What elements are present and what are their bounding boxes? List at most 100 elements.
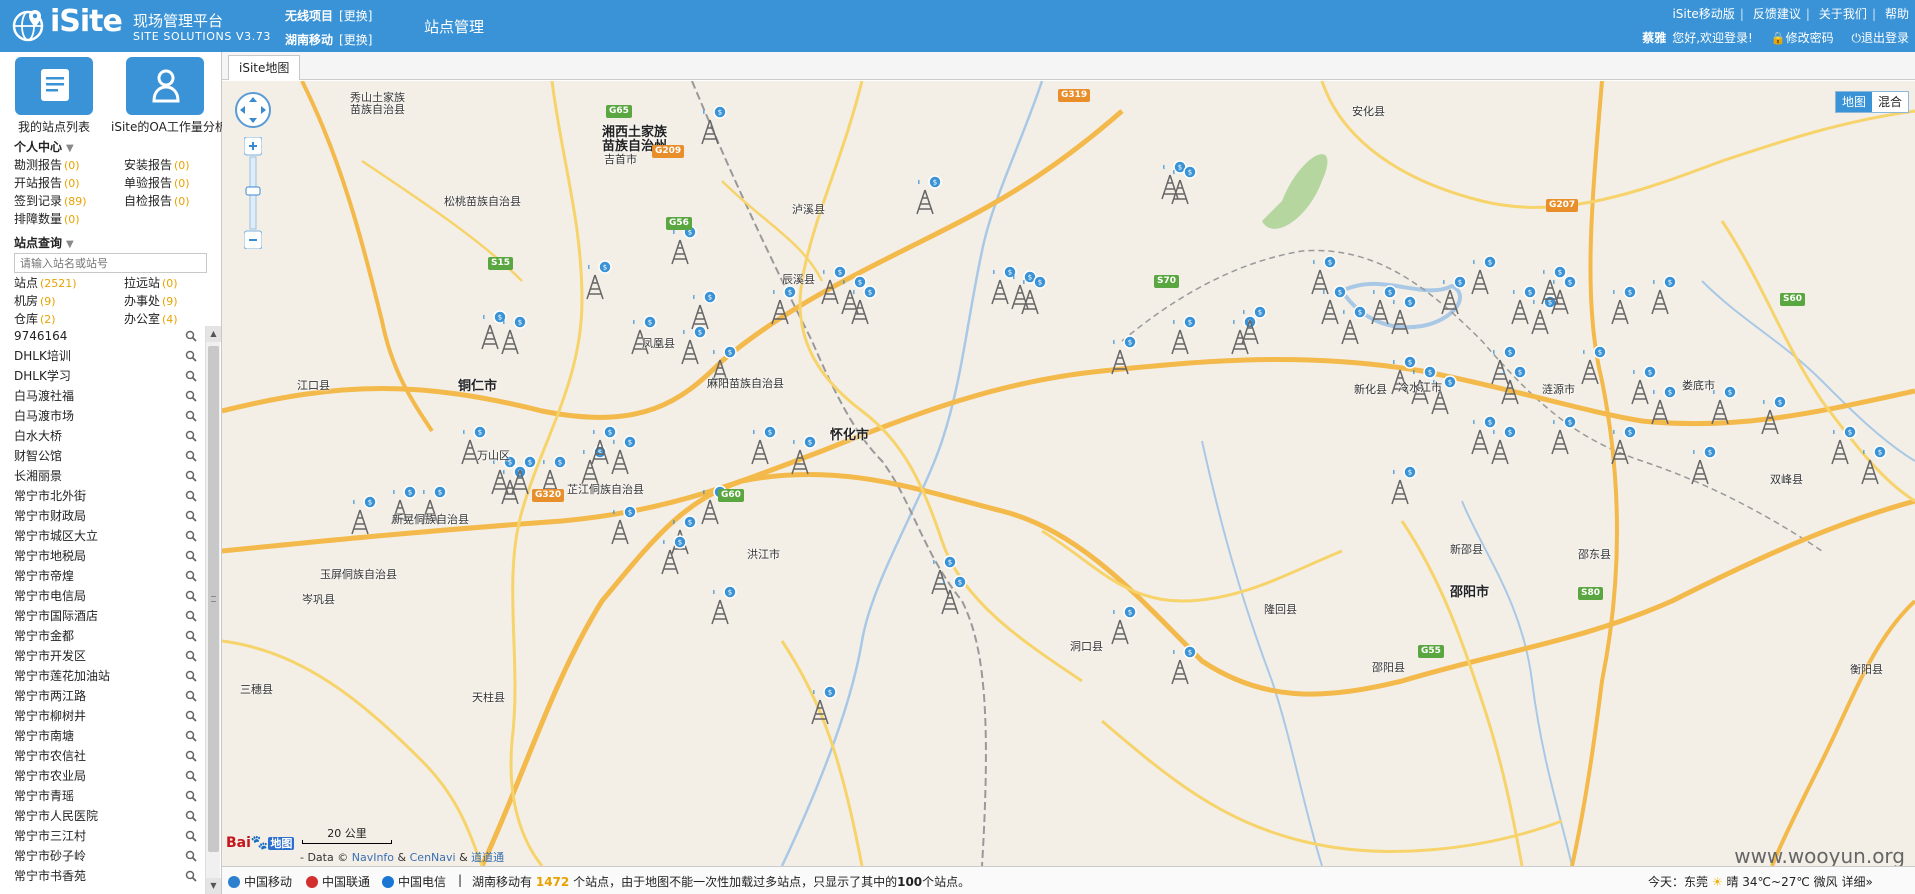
site-type-item[interactable]: 拉远站 (0) — [124, 274, 178, 291]
town-label[interactable]: 吉首市 — [604, 151, 637, 167]
search-icon[interactable] — [185, 570, 197, 582]
site-list-item[interactable]: 常宁市城区大立 — [0, 526, 205, 546]
search-icon[interactable] — [185, 870, 197, 882]
cell-tower-marker[interactable]: $ — [1471, 255, 1497, 295]
scroll-down-arrow[interactable]: ▼ — [206, 878, 221, 894]
cell-tower-marker[interactable]: $ — [1631, 365, 1657, 405]
site-type-item[interactable]: 站点 (2521) — [14, 274, 77, 291]
search-icon[interactable] — [185, 490, 197, 502]
town-label[interactable]: 隆回县 — [1264, 601, 1297, 617]
cell-tower-marker[interactable]: $ — [1651, 385, 1677, 425]
search-icon[interactable] — [185, 670, 197, 682]
city-label[interactable]: 铜仁市 — [458, 375, 497, 394]
cell-tower-marker[interactable]: $ — [691, 290, 717, 330]
search-icon[interactable] — [185, 590, 197, 602]
cell-tower-marker[interactable]: $ — [1441, 275, 1467, 315]
town-label[interactable]: 凤凰县 — [642, 335, 675, 351]
site-list-item[interactable]: 常宁市农信社 — [0, 746, 205, 766]
search-icon[interactable] — [185, 350, 197, 362]
report-item[interactable]: 开站报告 (0) — [14, 174, 80, 191]
site-list-item[interactable]: 常宁市国际酒店 — [0, 606, 205, 626]
site-list-item[interactable]: 常宁市莲花加油站 — [0, 666, 205, 686]
town-label[interactable]: 邵阳县 — [1372, 659, 1405, 675]
scroll-thumb[interactable] — [208, 346, 219, 852]
site-list-item[interactable]: 常宁市北外街 — [0, 486, 205, 506]
my-sites-button[interactable] — [15, 57, 93, 115]
personal-center-title[interactable]: 个人中心 ▼ — [14, 138, 74, 155]
scroll-up-arrow[interactable]: ▲ — [206, 326, 221, 342]
cell-tower-marker[interactable]: $ — [1831, 425, 1857, 465]
cell-tower-marker[interactable]: $ — [916, 175, 942, 215]
cell-tower-marker[interactable]: $ — [1321, 285, 1347, 325]
cell-tower-marker[interactable]: $ — [671, 225, 697, 265]
search-icon[interactable] — [185, 370, 197, 382]
site-list-item[interactable]: 白马渡市场 — [0, 406, 205, 426]
cell-tower-marker[interactable]: $ — [1171, 645, 1197, 685]
cell-tower-marker[interactable]: $ — [591, 425, 617, 465]
weather-widget[interactable]: 今天：东莞 ☀ 晴 34℃~27℃ 微风 详细» — [1648, 873, 1873, 890]
town-label[interactable]: 涟源市 — [1542, 381, 1575, 397]
site-list-item[interactable]: 常宁市财政局 — [0, 506, 205, 526]
town-label[interactable]: 衡阳县 — [1850, 661, 1883, 677]
search-icon[interactable] — [185, 790, 197, 802]
zoom-control[interactable] — [244, 137, 262, 249]
search-icon[interactable] — [185, 530, 197, 542]
site-list-item[interactable]: 长湘丽景 — [0, 466, 205, 486]
town-label[interactable]: 江口县 — [297, 377, 330, 393]
site-list-item[interactable]: 常宁市帝煌 — [0, 566, 205, 586]
town-label[interactable]: 新晃侗族自治县 — [392, 511, 469, 527]
town-label[interactable]: 松桃苗族自治县 — [444, 193, 521, 209]
cell-tower-marker[interactable]: $ — [1311, 255, 1337, 295]
project-change-link[interactable]: [更换] — [339, 9, 372, 23]
site-list-item[interactable]: DHLK学习 — [0, 366, 205, 386]
search-icon[interactable] — [185, 710, 197, 722]
cell-tower-marker[interactable]: $ — [1651, 275, 1677, 315]
company-change-link[interactable]: [更换] — [339, 33, 372, 47]
site-list-item[interactable]: 白马渡社福 — [0, 386, 205, 406]
site-list-item[interactable]: 常宁市砂子岭 — [0, 846, 205, 866]
site-list-item[interactable]: DHLK培训 — [0, 346, 205, 366]
oa-analysis-button[interactable] — [126, 57, 204, 115]
site-list-item[interactable]: 常宁市开发区 — [0, 646, 205, 666]
site-list-item[interactable]: 常宁市电信局 — [0, 586, 205, 606]
cell-tower-marker[interactable]: $ — [771, 285, 797, 325]
search-icon[interactable] — [185, 810, 197, 822]
search-icon[interactable] — [185, 650, 197, 662]
site-list-scrollbar[interactable]: ▲ ▼ — [205, 326, 221, 894]
town-label[interactable]: 三穗县 — [240, 681, 273, 697]
search-icon[interactable] — [185, 390, 197, 402]
town-label[interactable]: 麻阳苗族自治县 — [707, 375, 784, 391]
site-list-item[interactable]: 财智公馆 — [0, 446, 205, 466]
search-icon[interactable] — [185, 750, 197, 762]
cell-tower-marker[interactable]: $ — [1691, 445, 1717, 485]
town-label[interactable]: 娄底市 — [1682, 377, 1715, 393]
city-label[interactable]: 怀化市 — [830, 424, 869, 443]
tab-isite-map[interactable]: iSite地图 — [228, 55, 301, 80]
site-type-item[interactable]: 机房 (9) — [14, 292, 56, 309]
cell-tower-marker[interactable]: $ — [351, 495, 377, 535]
cell-tower-marker[interactable]: $ — [1611, 285, 1637, 325]
about-link[interactable]: 关于我们 — [1819, 7, 1867, 21]
site-list-item[interactable]: 常宁市柳树井 — [0, 706, 205, 726]
site-query-title[interactable]: 站点查询 ▼ — [14, 234, 74, 251]
site-type-item[interactable]: 仓库 (2) — [14, 310, 56, 327]
site-list-item[interactable]: 常宁市南塘 — [0, 726, 205, 746]
mobile-version-link[interactable]: iSite移动版 — [1672, 7, 1734, 21]
town-label[interactable]: 洪江市 — [747, 546, 780, 562]
search-icon[interactable] — [185, 330, 197, 342]
town-label[interactable]: 辰溪县 — [782, 271, 815, 287]
help-link[interactable]: 帮助 — [1885, 7, 1909, 21]
report-item[interactable]: 勘测报告 (0) — [14, 156, 80, 173]
cell-tower-marker[interactable]: $ — [1551, 415, 1577, 455]
cell-tower-marker[interactable]: $ — [711, 585, 737, 625]
town-label[interactable]: 芷江侗族自治县 — [567, 481, 644, 497]
site-list-item[interactable]: 常宁市农业局 — [0, 766, 205, 786]
cell-tower-marker[interactable]: $ — [586, 260, 612, 300]
cell-tower-marker[interactable]: $ — [581, 445, 607, 485]
town-label[interactable]: 洞口县 — [1070, 638, 1103, 654]
report-item[interactable]: 签到记录 (89) — [14, 192, 87, 209]
cell-tower-marker[interactable]: $ — [701, 105, 727, 145]
town-label[interactable]: 邵东县 — [1578, 546, 1611, 562]
site-type-item[interactable]: 办公室 (4) — [124, 310, 178, 327]
site-search-input[interactable] — [14, 253, 207, 273]
